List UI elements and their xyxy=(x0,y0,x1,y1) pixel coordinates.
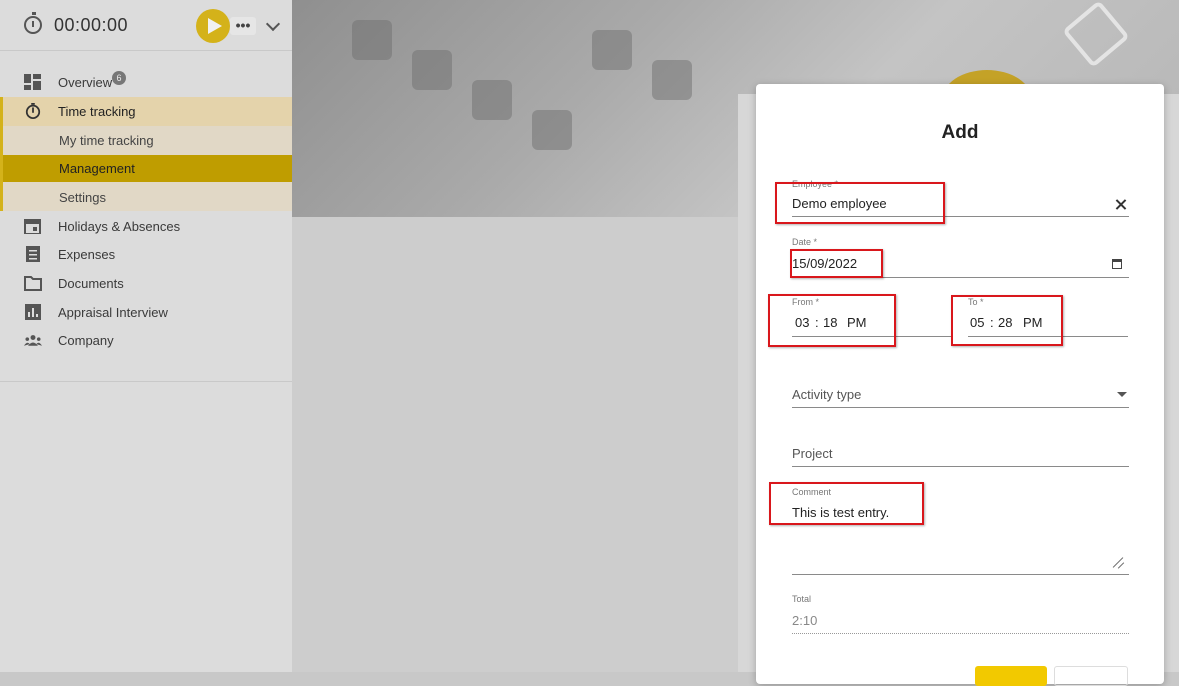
divider xyxy=(0,381,292,382)
sidebar-item-my-time-tracking[interactable]: My time tracking xyxy=(0,126,292,155)
timer-bar: 00:00:00 ••• xyxy=(0,0,292,51)
highlight-box xyxy=(775,182,945,224)
stopwatch-icon xyxy=(24,12,42,34)
underline xyxy=(792,407,1129,408)
divider xyxy=(792,633,1129,634)
sidebar-item-label: Management xyxy=(59,161,135,176)
sidebar-item-label: Documents xyxy=(58,276,124,291)
dialog-title: Add xyxy=(941,122,979,143)
sidebar-item-label: Overview xyxy=(58,75,113,90)
calendar-icon xyxy=(24,219,41,234)
activity-type-select[interactable]: Activity type xyxy=(792,387,861,402)
sidebar-item-settings[interactable]: Settings xyxy=(0,182,292,211)
sidebar-item-holidays[interactable]: Holidays & Absences xyxy=(0,212,292,240)
cancel-button[interactable] xyxy=(1054,666,1128,686)
stopwatch-icon xyxy=(25,103,41,119)
date-label: Date * xyxy=(792,237,818,247)
clear-icon[interactable] xyxy=(1114,198,1128,212)
play-button[interactable] xyxy=(196,9,230,43)
highlight-box xyxy=(768,294,896,347)
project-input[interactable]: Project xyxy=(792,446,832,461)
highlight-box xyxy=(790,249,883,278)
receipt-icon xyxy=(26,246,40,262)
total-label: Total xyxy=(792,594,812,604)
sidebar-item-appraisal[interactable]: Appraisal Interview xyxy=(0,298,292,326)
sidebar-item-label: Time tracking xyxy=(58,104,136,119)
calendar-icon[interactable] xyxy=(1112,259,1122,269)
sidebar-item-label: Appraisal Interview xyxy=(58,305,168,320)
sidebar-item-label: Settings xyxy=(59,190,106,205)
sidebar-item-label: My time tracking xyxy=(59,133,154,148)
underline xyxy=(792,574,1129,575)
notification-badge: 6 xyxy=(112,71,126,85)
sidebar-item-time-tracking[interactable]: Time tracking xyxy=(0,97,292,126)
link-icon xyxy=(1062,0,1130,68)
sidebar-item-expenses[interactable]: Expenses xyxy=(0,240,292,268)
highlight-box xyxy=(951,295,1063,346)
resize-handle-icon[interactable] xyxy=(1112,556,1124,568)
sidebar-item-overview[interactable]: Overview xyxy=(0,68,292,96)
sidebar-item-management[interactable]: Management xyxy=(0,155,292,182)
folder-icon xyxy=(24,276,42,291)
sidebar: 00:00:00 ••• Overview 6 Time tracking My… xyxy=(0,0,293,672)
sidebar-item-label: Holidays & Absences xyxy=(58,219,181,234)
chevron-down-icon[interactable] xyxy=(265,16,281,32)
sidebar-item-documents[interactable]: Documents xyxy=(0,269,292,297)
people-icon xyxy=(24,335,42,346)
sidebar-item-label: Expenses xyxy=(58,247,116,262)
dashboard-icon xyxy=(24,74,41,90)
timer-display: 00:00:00 xyxy=(54,15,129,35)
dropdown-arrow-icon[interactable] xyxy=(1117,392,1127,397)
save-button[interactable] xyxy=(975,666,1047,686)
more-options-button[interactable]: ••• xyxy=(230,17,256,35)
add-entry-dialog: Add Employee * Demo employee Date * 15/0… xyxy=(756,84,1164,686)
total-value: 2:10 xyxy=(792,613,818,628)
bar-chart-icon xyxy=(25,304,41,320)
sidebar-item-company[interactable]: Company xyxy=(0,326,292,354)
underline xyxy=(792,466,1129,467)
sidebar-item-label: Company xyxy=(58,333,114,348)
highlight-box xyxy=(769,482,924,525)
